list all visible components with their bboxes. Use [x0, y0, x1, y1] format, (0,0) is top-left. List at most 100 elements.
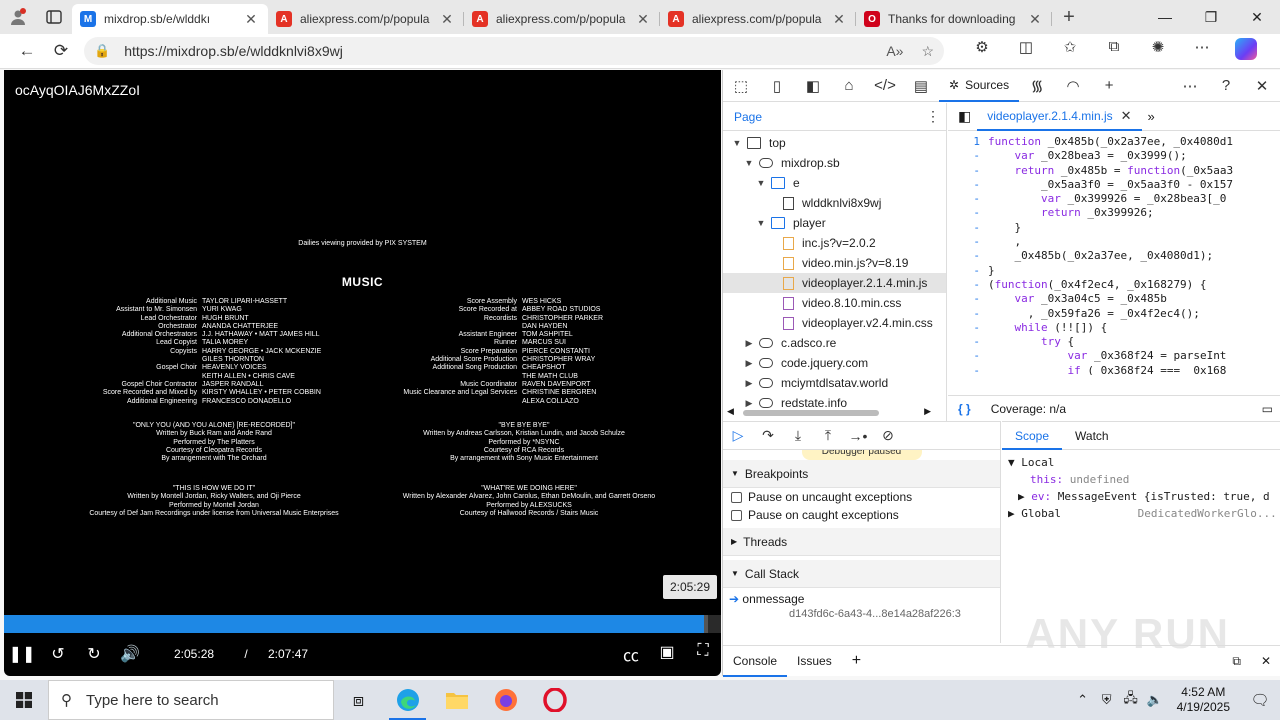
expand-arrow-icon[interactable]: ▼	[755, 178, 767, 188]
close-window-button[interactable]: ✕	[1234, 0, 1280, 34]
code-line[interactable]: -}	[948, 264, 1268, 278]
url-text[interactable]: https://mixdrop.sb/e/wlddknlvi8x9wj	[124, 43, 868, 59]
line-gutter[interactable]: -	[948, 335, 988, 349]
expand-arrow-icon[interactable]: ▼	[731, 138, 743, 148]
code-line[interactable]: - _0x485b(_0x2a37ee, _0x4080d1);	[948, 249, 1268, 263]
browser-tab[interactable]: Aaliexpress.com/p/popula ✕	[268, 4, 464, 34]
code-line[interactable]: - try {	[948, 335, 1268, 349]
line-gutter[interactable]: -	[948, 292, 988, 306]
code-line[interactable]: - _0x5aa3f0 = _0x5aa3f0 - 0x157	[948, 178, 1268, 192]
refresh-button[interactable]: ⟳	[44, 36, 78, 66]
code-line[interactable]: - return _0x485b = function(_0x5aa3	[948, 164, 1268, 178]
line-gutter[interactable]: -	[948, 307, 988, 321]
close-devtools-icon[interactable]: ✕	[1244, 77, 1280, 95]
pretty-print-icon[interactable]: { }	[958, 402, 971, 416]
browser-tab[interactable]: Mmixdrop.sb/e/wlddkı ✕	[72, 4, 268, 34]
edge-taskbar-icon[interactable]	[383, 680, 432, 720]
fullscreen-icon[interactable]: ⛶	[685, 642, 721, 666]
welcome-home-icon[interactable]: ⌂	[831, 77, 867, 94]
line-gutter[interactable]: -	[948, 235, 988, 249]
file-explorer-icon[interactable]	[432, 680, 481, 720]
firefox-icon[interactable]	[481, 680, 530, 720]
network-tray-icon[interactable]: 🖧	[1119, 689, 1143, 711]
expand-arrow-icon[interactable]: ▶	[743, 398, 755, 409]
pause-caught-checkbox[interactable]: Pause on caught exceptions	[723, 506, 1000, 524]
tab-watch[interactable]: Watch	[1062, 422, 1122, 450]
lock-icon[interactable]: 🔒	[94, 43, 110, 59]
expand-arrow-icon[interactable]: ▶	[743, 338, 755, 349]
dock-drawer-icon[interactable]: ⧉	[1222, 654, 1251, 669]
resume-icon[interactable]: ▷	[723, 427, 753, 444]
tab-actions-icon[interactable]	[36, 0, 72, 34]
collections-icon[interactable]: ⧉	[1092, 38, 1136, 64]
tab-issues[interactable]: Issues	[787, 654, 842, 668]
tree-node[interactable]: ▶ c.adsco.re	[723, 333, 946, 353]
split-screen-icon[interactable]: ◫	[1004, 38, 1048, 64]
line-gutter[interactable]: -	[948, 321, 988, 335]
tree-node[interactable]: ▼ player	[723, 213, 946, 233]
tree-node[interactable]: videoplayer.v2.4.min.css	[723, 313, 946, 333]
performance-icon[interactable]: ◠	[1055, 77, 1091, 95]
step-out-icon[interactable]: ⤒	[813, 427, 843, 444]
taskbar-clock[interactable]: 4:52 AM 4/19/2025	[1167, 685, 1240, 715]
copilot-icon[interactable]	[1224, 38, 1268, 64]
settings-more-icon[interactable]: ⋯	[1180, 38, 1224, 64]
line-gutter[interactable]: -	[948, 206, 988, 220]
tree-node[interactable]: ▶ mciymtdlsatav.world	[723, 373, 946, 393]
close-tab-icon[interactable]: ✕	[830, 11, 848, 28]
code-line[interactable]: - var _0x368f24 = parseInt	[948, 349, 1268, 363]
favorite-star-icon[interactable]: ☆	[921, 43, 934, 60]
code-line[interactable]: - var _0x28bea3 = _0x3999();	[948, 149, 1268, 163]
line-gutter[interactable]: -	[948, 264, 988, 278]
inspect-element-icon[interactable]: ⬚	[723, 77, 759, 95]
rewind-10-button[interactable]: ↺	[40, 644, 76, 664]
more-options-icon[interactable]: ⋯	[1172, 77, 1208, 95]
line-gutter[interactable]: -	[948, 178, 988, 192]
browser-tab[interactable]: Aaliexpress.com/p/popula ✕	[464, 4, 660, 34]
screenshot-icon[interactable]: ▭	[1262, 402, 1273, 416]
volume-icon[interactable]: 🔊	[112, 644, 148, 664]
opera-icon[interactable]	[530, 680, 579, 720]
line-gutter[interactable]: -	[948, 278, 988, 292]
close-tab-icon[interactable]: ✕	[438, 11, 456, 28]
taskbar-search[interactable]: ⚲ Type here to search	[48, 680, 334, 720]
more-tabs-icon[interactable]: »	[1148, 109, 1155, 124]
tree-node[interactable]: videoplayer.2.1.4.min.js	[723, 273, 946, 293]
show-hidden-icons[interactable]: ⌃	[1071, 692, 1095, 708]
progress-handle[interactable]	[703, 615, 708, 633]
line-gutter[interactable]: -	[948, 221, 988, 235]
dock-side-icon[interactable]: ◧	[795, 77, 831, 95]
scope-global[interactable]: ▶ Global DedicatedWorkerGlo...	[1008, 507, 1275, 524]
captions-icon[interactable]: ㏄	[613, 642, 649, 666]
navigator-menu-icon[interactable]: ⋮	[926, 108, 940, 125]
start-button[interactable]	[0, 692, 48, 708]
code-line[interactable]: - }	[948, 221, 1268, 235]
close-file-icon[interactable]: ✕	[1121, 108, 1132, 124]
expand-arrow-icon[interactable]: ▼	[755, 218, 767, 228]
line-gutter[interactable]: -	[948, 349, 988, 363]
expand-arrow-icon[interactable]: ▼	[743, 158, 755, 168]
step-into-icon[interactable]: ⤓	[783, 427, 813, 444]
call-frame[interactable]: ➔ onmessage d143fd6c-6a43-4...8e14a28af2…	[723, 592, 1000, 620]
tab-scope[interactable]: Scope	[1002, 422, 1063, 450]
pause-button[interactable]: ❚❚	[4, 644, 40, 664]
code-line[interactable]: - var _0x399926 = _0x28bea3[_0	[948, 192, 1268, 206]
threads-section[interactable]: ▶ Threads	[723, 528, 1000, 556]
new-tab-button[interactable]: +	[1052, 6, 1086, 29]
code-line[interactable]: - if (_0x368f24 === _0x168	[948, 364, 1268, 375]
code-line[interactable]: - ,	[948, 235, 1268, 249]
expand-arrow-icon[interactable]: ▶	[743, 358, 755, 369]
tree-node[interactable]: video.min.js?v=8.19	[723, 253, 946, 273]
tree-node[interactable]: ▼ top	[723, 133, 946, 153]
scope-ev-row[interactable]: ▶ ev: MessageEvent {isTrusted: true, d	[1008, 490, 1275, 507]
favorites-icon[interactable]: ✩	[1048, 38, 1092, 64]
code-line[interactable]: - , _0x59fa26 = _0x4f2ec4();	[948, 307, 1268, 321]
line-gutter[interactable]: -	[948, 364, 988, 375]
close-tab-icon[interactable]: ✕	[1026, 11, 1044, 28]
help-icon[interactable]: ?	[1208, 77, 1244, 95]
close-drawer-icon[interactable]: ✕	[1251, 654, 1280, 668]
tree-node[interactable]: wlddknlvi8x9wj	[723, 193, 946, 213]
notifications-icon[interactable]: 🗨	[1240, 691, 1280, 709]
close-tab-icon[interactable]: ✕	[634, 11, 652, 28]
deactivate-breakpoints-icon[interactable]: ⊘	[873, 427, 903, 444]
